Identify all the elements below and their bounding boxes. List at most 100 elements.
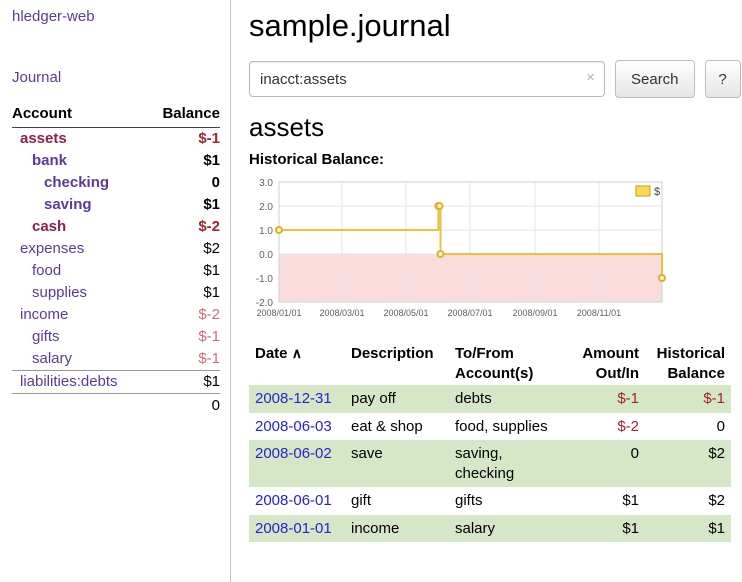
- account-link-income[interactable]: income: [20, 306, 68, 323]
- account-balance-cash: $-2: [147, 216, 220, 238]
- account-link-salary[interactable]: salary: [32, 350, 72, 367]
- transaction-accounts: gifts: [449, 487, 563, 515]
- account-balance-expenses: $2: [147, 238, 220, 260]
- transaction-date-link[interactable]: 2008-01-01: [255, 520, 332, 537]
- account-row-checking: checking 0: [12, 172, 220, 194]
- account-balance-gifts: $-1: [147, 326, 220, 348]
- account-balance-bank: $1: [147, 150, 220, 172]
- help-button[interactable]: ?: [705, 60, 741, 98]
- register-row[interactable]: 2008-06-03 eat & shop food, supplies $-2…: [249, 413, 731, 441]
- account-row-cash: cash $-2: [12, 216, 220, 238]
- account-link-assets[interactable]: assets: [20, 130, 67, 147]
- register-table: Date ∧ Description To/From Account(s) Am…: [249, 342, 731, 542]
- y-tick-label: 2.0: [259, 202, 273, 213]
- account-link-saving[interactable]: saving: [44, 196, 92, 213]
- register-row[interactable]: 2008-06-02 save saving, checking 0 $2: [249, 440, 731, 487]
- register-row[interactable]: 2008-06-01 gift gifts $1 $2: [249, 487, 731, 515]
- transaction-date-link[interactable]: 2008-06-03: [255, 418, 332, 435]
- account-row-gifts: gifts $-1: [12, 326, 220, 348]
- account-link-food[interactable]: food: [32, 262, 61, 279]
- transaction-description: eat & shop: [345, 413, 449, 441]
- transaction-amount: $1: [563, 515, 645, 543]
- account-row-salary: salary $-1: [12, 348, 220, 371]
- x-tick-label: 2008/01/01: [256, 308, 301, 318]
- transaction-accounts: salary: [449, 515, 563, 543]
- register-row[interactable]: 2008-01-01 income salary $1 $1: [249, 515, 731, 543]
- transaction-amount: 0: [563, 440, 645, 487]
- account-row-assets: assets $-1: [12, 128, 220, 151]
- transaction-amount: $-1: [563, 385, 645, 413]
- chart-legend: $: [636, 186, 660, 198]
- transaction-balance: 0: [645, 413, 731, 441]
- y-tick-label: 1.0: [259, 226, 273, 237]
- app-title-link[interactable]: hledger-web: [12, 8, 220, 25]
- account-balance-saving: $1: [147, 194, 220, 216]
- chart-title: Historical Balance:: [249, 151, 742, 168]
- accounts-total-row: 0: [12, 394, 220, 418]
- search-input[interactable]: [249, 61, 605, 97]
- transaction-date-link[interactable]: 2008-12-31: [255, 390, 332, 407]
- main-content: sample.journal × Search ? assets Histori…: [231, 0, 742, 582]
- transaction-description: gift: [345, 487, 449, 515]
- app-window: hledger-web Journal Account Balance asse…: [0, 0, 742, 582]
- x-tick-label: 2008/09/01: [512, 308, 557, 318]
- y-tick-label: 3.0: [259, 178, 273, 189]
- historical-balance-chart: 3.0 2.0 1.0 0.0 -1.0 -2.0: [249, 176, 704, 328]
- sidebar: hledger-web Journal Account Balance asse…: [0, 0, 231, 582]
- legend-swatch: [636, 186, 650, 196]
- x-tick-label: 2008/07/01: [447, 308, 492, 318]
- transaction-description: save: [345, 440, 449, 487]
- transaction-balance: $2: [645, 440, 731, 487]
- transaction-accounts: food, supplies: [449, 413, 563, 441]
- transaction-balance: $1: [645, 515, 731, 543]
- account-link-supplies[interactable]: supplies: [32, 284, 87, 301]
- sidebar-item-journal[interactable]: Journal: [12, 69, 220, 86]
- account-link-gifts[interactable]: gifts: [32, 328, 60, 345]
- register-header-accounts: To/From Account(s): [449, 342, 563, 385]
- account-balance-food: $1: [147, 260, 220, 282]
- account-row-saving: saving $1: [12, 194, 220, 216]
- account-row-income: income $-2: [12, 304, 220, 326]
- x-tick-label: 2008/11/01: [577, 308, 621, 318]
- accounts-header-balance: Balance: [147, 102, 220, 128]
- account-balance-income: $-2: [147, 304, 220, 326]
- page-title: sample.journal: [249, 8, 742, 44]
- account-link-bank[interactable]: bank: [32, 152, 67, 169]
- register-header-description: Description: [345, 342, 449, 385]
- transaction-balance: $2: [645, 487, 731, 515]
- register-row[interactable]: 2008-12-31 pay off debts $-1 $-1: [249, 385, 731, 413]
- account-balance-liabilities-debts: $1: [147, 371, 220, 394]
- register-header-amount: Amount Out/In: [563, 342, 645, 385]
- account-balance-supplies: $1: [147, 282, 220, 304]
- transaction-balance: $-1: [645, 385, 731, 413]
- register-header-row: Date ∧ Description To/From Account(s) Am…: [249, 342, 731, 385]
- account-link-liabilities-debts[interactable]: liabilities:debts: [20, 373, 118, 390]
- account-row-bank: bank $1: [12, 150, 220, 172]
- search-box: ×: [249, 61, 605, 97]
- account-balance-salary: $-1: [147, 348, 220, 371]
- account-link-checking[interactable]: checking: [44, 174, 109, 191]
- account-row-liabilities-debts: liabilities:debts $1: [12, 371, 220, 394]
- legend-label: $: [654, 186, 660, 198]
- transaction-date-link[interactable]: 2008-06-01: [255, 492, 332, 509]
- accounts-total-value: 0: [147, 394, 220, 418]
- account-link-expenses[interactable]: expenses: [20, 240, 84, 257]
- date-header-label: Date: [255, 345, 288, 362]
- account-row-food: food $1: [12, 260, 220, 282]
- accounts-table: Account Balance assets $-1 bank $1 check…: [12, 102, 220, 417]
- transaction-amount: $1: [563, 487, 645, 515]
- accounts-header-account: Account: [12, 102, 147, 128]
- search-button[interactable]: Search: [615, 60, 695, 98]
- transaction-date-link[interactable]: 2008-06-02: [255, 445, 332, 462]
- account-link-cash[interactable]: cash: [32, 218, 66, 235]
- y-tick-label: 0.0: [259, 250, 273, 261]
- transaction-description: income: [345, 515, 449, 543]
- account-balance-assets: $-1: [147, 128, 220, 151]
- clear-search-icon[interactable]: ×: [586, 69, 595, 86]
- account-balance-checking: 0: [147, 172, 220, 194]
- x-tick-label: 2008/03/01: [319, 308, 364, 318]
- account-row-expenses: expenses $2: [12, 238, 220, 260]
- transaction-description: pay off: [345, 385, 449, 413]
- transaction-accounts: debts: [449, 385, 563, 413]
- register-header-date[interactable]: Date ∧: [249, 342, 345, 385]
